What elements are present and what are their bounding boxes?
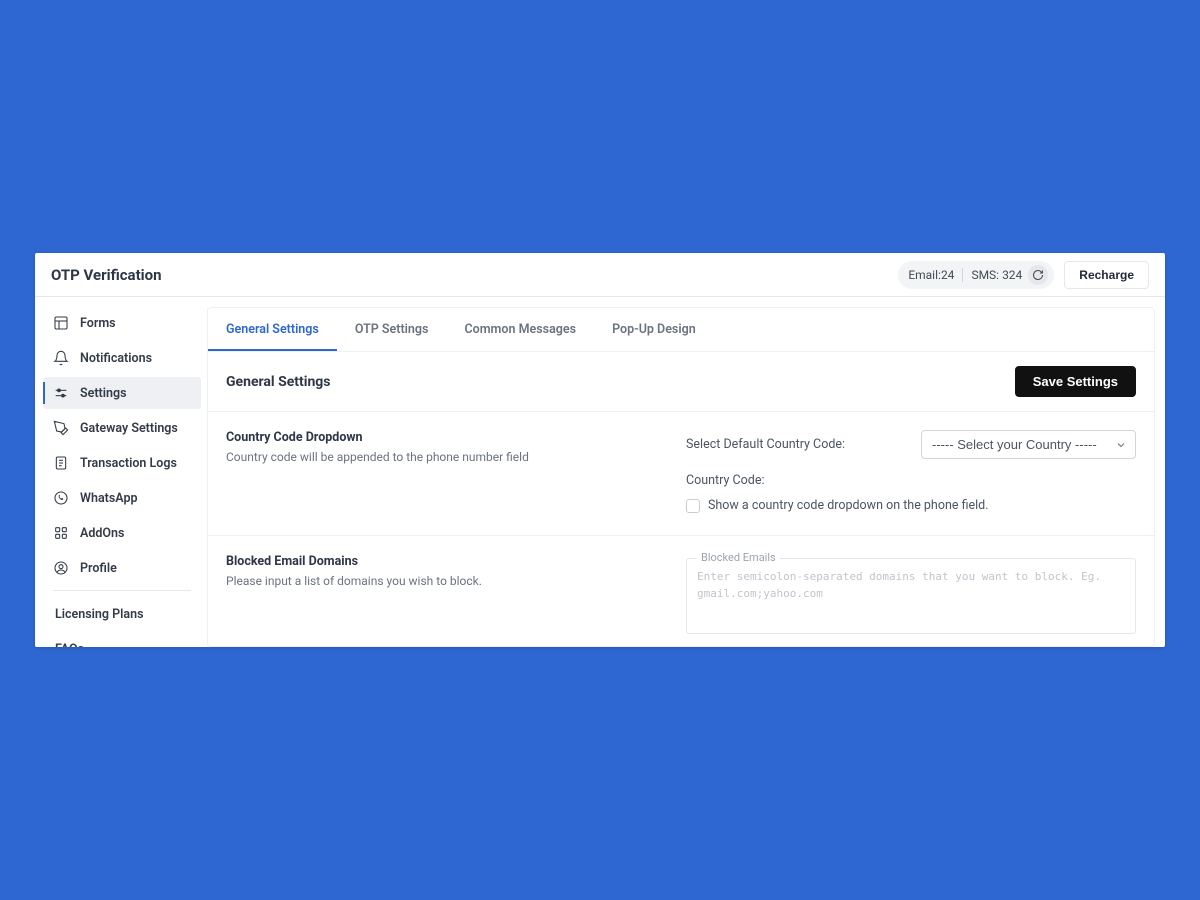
sidebar-item-label: WhatsApp [80, 491, 138, 506]
settings-card: General Settings OTP Settings Common Mes… [207, 307, 1155, 647]
sidebar-item-label: Forms [80, 316, 116, 331]
tab-otp-settings[interactable]: OTP Settings [337, 308, 447, 351]
sidebar-item-gateway[interactable]: Gateway Settings [43, 412, 201, 444]
refresh-icon [1032, 269, 1044, 281]
sidebar-item-profile[interactable]: Profile [43, 552, 201, 584]
topbar: OTP Verification Email:24 SMS: 324 Recha… [35, 253, 1165, 297]
file-icon [53, 455, 69, 471]
sidebar-separator [53, 590, 191, 591]
country-section-desc: Country code will be appended to the pho… [226, 449, 666, 466]
panel-title: General Settings [226, 374, 331, 390]
sidebar-link-licensing[interactable]: Licensing Plans [43, 597, 201, 632]
bell-icon [53, 350, 69, 366]
pen-icon [53, 420, 69, 436]
show-dropdown-checkbox[interactable] [686, 499, 700, 513]
panel-header: General Settings Save Settings [208, 352, 1154, 412]
whatsapp-icon [53, 490, 69, 506]
sliders-icon [53, 385, 69, 401]
country-code-label: Country Code: [686, 473, 764, 488]
main-area: General Settings OTP Settings Common Mes… [207, 297, 1165, 647]
app-window: OTP Verification Email:24 SMS: 324 Recha… [35, 253, 1165, 647]
sidebar-item-label: Gateway Settings [80, 421, 178, 436]
credit-pill: Email:24 SMS: 324 [898, 261, 1054, 289]
sidebar-item-addons[interactable]: AddOns [43, 517, 201, 549]
section-blocked-emails: Blocked Email Domains Please input a lis… [208, 536, 1154, 647]
sidebar-item-label: AddOns [80, 526, 124, 541]
refresh-credits-button[interactable] [1028, 265, 1048, 285]
default-country-label: Select Default Country Code: [686, 437, 845, 452]
sidebar-item-label: Transaction Logs [80, 456, 177, 471]
country-section-title: Country Code Dropdown [226, 430, 666, 445]
sidebar-link-faqs[interactable]: FAQs [43, 632, 201, 647]
save-settings-button[interactable]: Save Settings [1015, 366, 1136, 397]
section-country-code: Country Code Dropdown Country code will … [208, 412, 1154, 536]
sidebar-item-label: Notifications [80, 351, 152, 366]
tab-popup-design[interactable]: Pop-Up Design [594, 308, 714, 351]
blocked-emails-legend: Blocked Emails [697, 551, 780, 564]
recharge-button[interactable]: Recharge [1064, 261, 1149, 289]
sidebar-item-transaction-logs[interactable]: Transaction Logs [43, 447, 201, 479]
sidebar-item-notifications[interactable]: Notifications [43, 342, 201, 374]
blocked-section-title: Blocked Email Domains [226, 554, 666, 569]
sidebar: Forms Notifications Settings Gateway Set… [35, 297, 207, 647]
tab-general-settings[interactable]: General Settings [208, 308, 337, 351]
sidebar-item-label: Settings [80, 386, 127, 401]
sms-credit-label: SMS: 324 [971, 268, 1022, 282]
settings-tabs: General Settings OTP Settings Common Mes… [208, 308, 1154, 352]
show-dropdown-label: Show a country code dropdown on the phon… [708, 498, 989, 513]
email-credit-label: Email:24 [908, 268, 954, 282]
layout-icon [53, 315, 69, 331]
user-circle-icon [53, 560, 69, 576]
grid-icon [53, 525, 69, 541]
default-country-select[interactable]: ----- Select your Country ----- [921, 430, 1136, 459]
page-title: OTP Verification [51, 266, 162, 284]
blocked-section-desc: Please input a list of domains you wish … [226, 573, 666, 590]
blocked-emails-textarea[interactable] [697, 569, 1125, 623]
sidebar-item-forms[interactable]: Forms [43, 307, 201, 339]
blocked-emails-fieldset: Blocked Emails [686, 558, 1136, 634]
sidebar-item-label: Profile [80, 561, 117, 576]
pill-separator [962, 268, 963, 282]
sidebar-item-settings[interactable]: Settings [43, 377, 201, 409]
sidebar-item-whatsapp[interactable]: WhatsApp [43, 482, 201, 514]
tab-common-messages[interactable]: Common Messages [446, 308, 594, 351]
